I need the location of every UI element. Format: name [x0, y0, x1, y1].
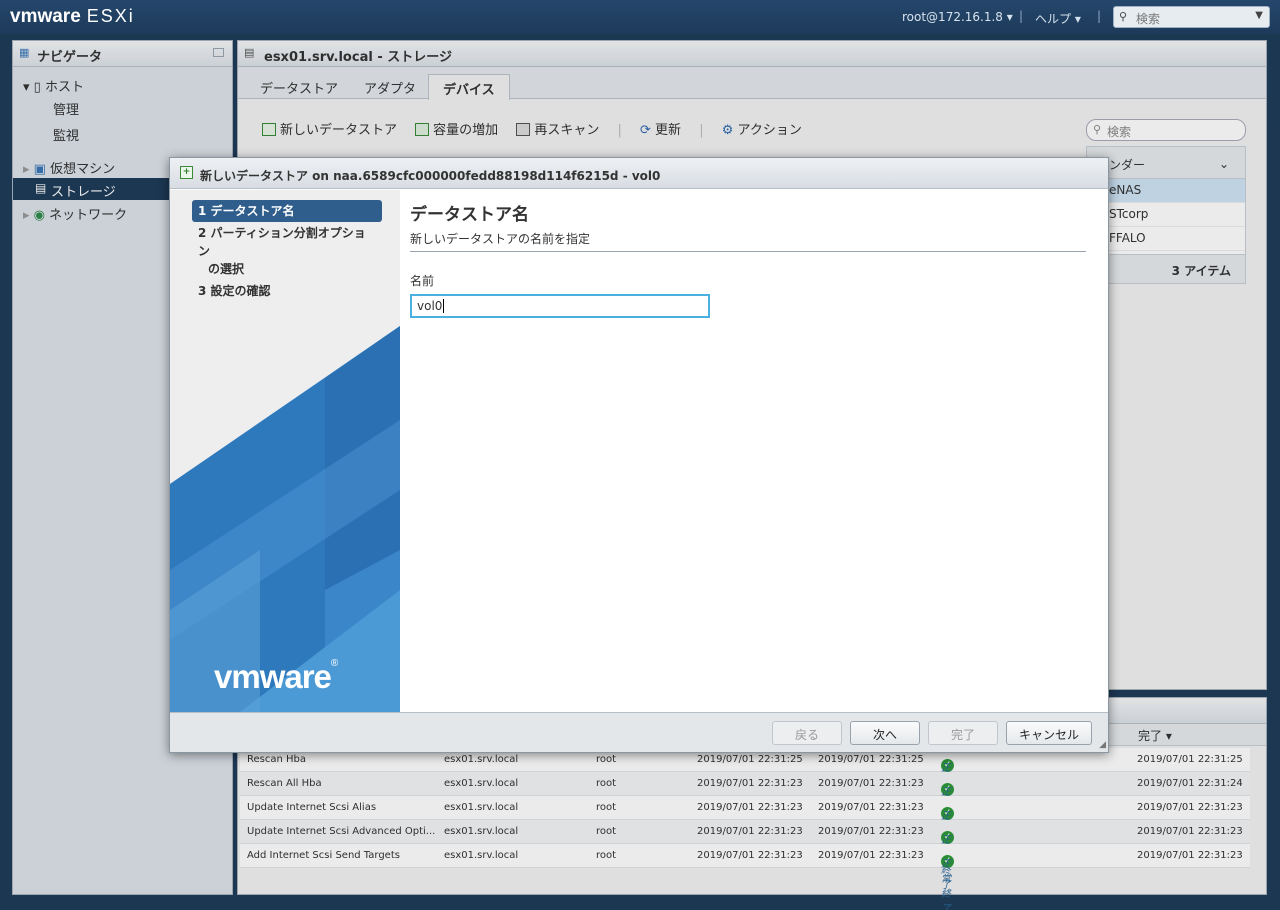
- resize-grip-icon[interactable]: ◢: [1099, 740, 1106, 750]
- help-menu[interactable]: ヘルプ ▾: [1035, 10, 1081, 27]
- wizard-sidebar: 1 データストア名 2 パーティション分割オプション の選択 3 設定の確認 vm…: [170, 190, 400, 712]
- datastore-name-input[interactable]: vol0: [410, 294, 710, 318]
- name-label: 名前: [410, 274, 435, 288]
- chevron-down-icon[interactable]: ▼: [1255, 10, 1263, 21]
- text-cursor: [443, 299, 445, 313]
- step-partition-options[interactable]: 2 パーティション分割オプション の選択: [192, 222, 382, 280]
- vmware-esxi-logo: vmware ESXi: [10, 6, 135, 27]
- divider: [410, 251, 1086, 252]
- new-datastore-icon: +: [180, 166, 193, 179]
- global-search-input[interactable]: ⚲ 検索 ▼: [1113, 6, 1270, 28]
- page-title: データストア名: [410, 205, 529, 225]
- user-menu[interactable]: root@172.16.1.8 ▾: [902, 10, 1013, 24]
- step-datastore-name[interactable]: 1 データストア名: [192, 200, 382, 222]
- search-icon: ⚲: [1119, 10, 1128, 23]
- wizard-content: データストア名 新しいデータストアの名前を指定 名前 vol0: [400, 190, 1108, 712]
- top-bar: vmware ESXi root@172.16.1.8 ▾ | ヘルプ ▾ | ⚲…: [0, 0, 1280, 34]
- new-datastore-wizard: + 新しいデータストア on naa.6589cfc000000fedd8819…: [169, 157, 1109, 753]
- next-button[interactable]: 次へ: [850, 721, 920, 745]
- wizard-steps: 1 データストア名 2 パーティション分割オプション の選択 3 設定の確認: [192, 200, 382, 302]
- wizard-title-bar[interactable]: + 新しいデータストア on naa.6589cfc000000fedd8819…: [170, 158, 1108, 189]
- back-button[interactable]: 戻る: [772, 721, 842, 745]
- wizard-footer: 戻る 次へ 完了 キャンセル ◢: [170, 712, 1108, 752]
- cancel-button[interactable]: キャンセル: [1006, 721, 1092, 745]
- step-confirm-settings[interactable]: 3 設定の確認: [192, 280, 382, 302]
- page-subtitle: 新しいデータストアの名前を指定: [410, 232, 591, 246]
- finish-button[interactable]: 完了: [928, 721, 998, 745]
- separator: |: [1019, 9, 1024, 23]
- vmware-logo: vmware®: [214, 658, 338, 695]
- separator: |: [1097, 9, 1102, 23]
